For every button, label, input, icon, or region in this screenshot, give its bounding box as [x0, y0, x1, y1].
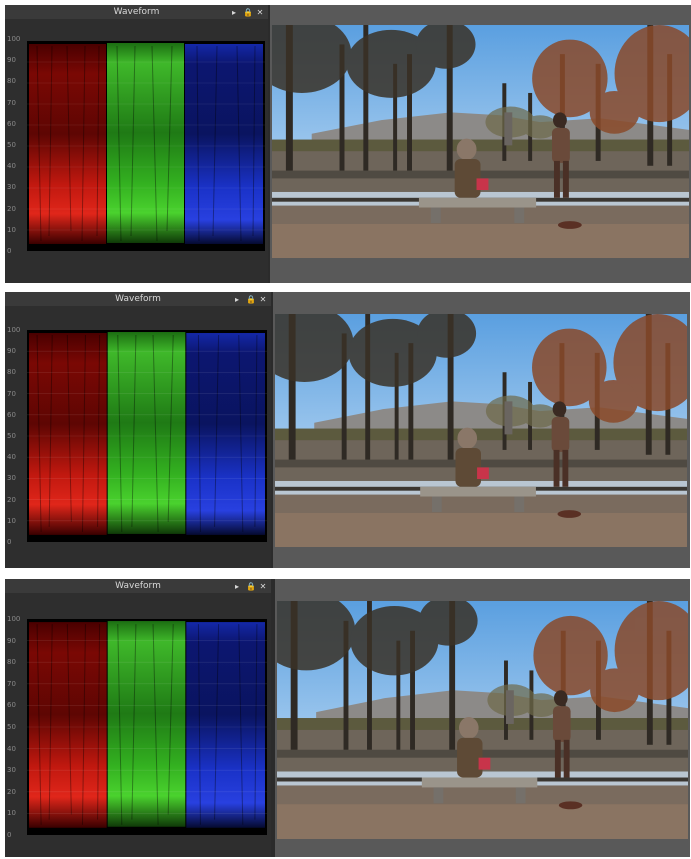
scale-label: 20 — [7, 788, 16, 796]
scale-label: 10 — [7, 809, 16, 817]
rgb-parade-graphic — [27, 330, 267, 542]
scale-label: 30 — [7, 474, 16, 482]
waveform-controls: ▸ 🔒 ✕ — [233, 292, 267, 306]
scale-label: 20 — [7, 205, 16, 213]
scale-label: 30 — [7, 766, 16, 774]
waveform-window: Waveform ▸ 🔒 ✕ 100 90 80 70 60 50 40 30 … — [5, 292, 271, 568]
video-viewer — [270, 5, 691, 283]
scale-label: 80 — [7, 77, 16, 85]
scale-label: 40 — [7, 162, 16, 170]
scale-label: 50 — [7, 432, 16, 440]
scale-label: 70 — [7, 390, 16, 398]
scope-panel-1: Waveform ▸ 🔒 ✕ 100 90 80 70 60 50 40 30 … — [5, 5, 691, 283]
scale-label: 10 — [7, 517, 16, 525]
scale-label: 80 — [7, 658, 16, 666]
scale-label: 70 — [7, 99, 16, 107]
scale-label: 0 — [7, 831, 12, 839]
video-viewer — [273, 292, 690, 568]
park-scene-image — [272, 25, 689, 258]
waveform-controls: ▸ 🔒 ✕ — [233, 579, 267, 593]
waveform-controls: ▸ 🔒 ✕ — [230, 5, 264, 19]
scope-panel-3: Waveform ▸ 🔒 ✕ 100 90 80 70 60 50 40 30 … — [5, 579, 690, 857]
scale-label: 60 — [7, 411, 16, 419]
rgb-parade-graphic — [27, 41, 265, 251]
waveform-window: Waveform ▸ 🔒 ✕ 100 90 80 70 60 50 40 30 … — [5, 579, 271, 857]
waveform-title: Waveform — [5, 579, 271, 593]
scope-panel-2: Waveform ▸ 🔒 ✕ 100 90 80 70 60 50 40 30 … — [5, 292, 690, 568]
scale-label: 50 — [7, 723, 16, 731]
close-icon[interactable]: ✕ — [256, 8, 264, 17]
scale-label: 0 — [7, 538, 12, 546]
video-frame — [275, 314, 687, 547]
scale-label: 10 — [7, 226, 16, 234]
park-scene-image — [277, 601, 688, 839]
scale-label: 70 — [7, 680, 16, 688]
lock-icon[interactable]: 🔒 — [246, 582, 256, 591]
waveform-plot — [27, 330, 267, 542]
close-icon[interactable]: ✕ — [259, 582, 267, 591]
scale-label: 100 — [7, 326, 21, 334]
scale-label: 30 — [7, 183, 16, 191]
play-icon[interactable]: ▸ — [230, 8, 238, 17]
scale-label: 0 — [7, 247, 12, 255]
lock-icon[interactable]: 🔒 — [243, 8, 253, 17]
scale-label: 90 — [7, 347, 16, 355]
scale-label: 60 — [7, 120, 16, 128]
play-icon[interactable]: ▸ — [233, 582, 241, 591]
scale-label: 90 — [7, 637, 16, 645]
waveform-scale: 100 90 80 70 60 50 40 30 20 10 0 — [7, 326, 27, 546]
video-viewer — [275, 579, 690, 857]
waveform-scale: 100 90 80 70 60 50 40 30 20 10 0 — [7, 615, 27, 839]
scale-label: 60 — [7, 701, 16, 709]
scale-label: 50 — [7, 141, 16, 149]
play-icon[interactable]: ▸ — [233, 295, 241, 304]
scale-label: 40 — [7, 453, 16, 461]
waveform-plot — [27, 619, 267, 835]
lock-icon[interactable]: 🔒 — [246, 295, 256, 304]
waveform-title: Waveform — [5, 5, 268, 19]
waveform-window: Waveform ▸ 🔒 ✕ 100 90 80 70 60 50 40 30 … — [5, 5, 268, 283]
scale-label: 20 — [7, 496, 16, 504]
close-icon[interactable]: ✕ — [259, 295, 267, 304]
rgb-parade-graphic — [27, 619, 267, 835]
scale-label: 100 — [7, 35, 21, 43]
waveform-title: Waveform — [5, 292, 271, 306]
video-frame — [272, 25, 689, 258]
scale-label: 100 — [7, 615, 21, 623]
park-scene-image — [275, 314, 687, 547]
scale-label: 90 — [7, 56, 16, 64]
waveform-scale: 100 90 80 70 60 50 40 30 20 10 0 — [7, 35, 27, 255]
video-frame — [277, 601, 688, 839]
scale-label: 40 — [7, 745, 16, 753]
waveform-plot — [27, 41, 265, 251]
scale-label: 80 — [7, 368, 16, 376]
